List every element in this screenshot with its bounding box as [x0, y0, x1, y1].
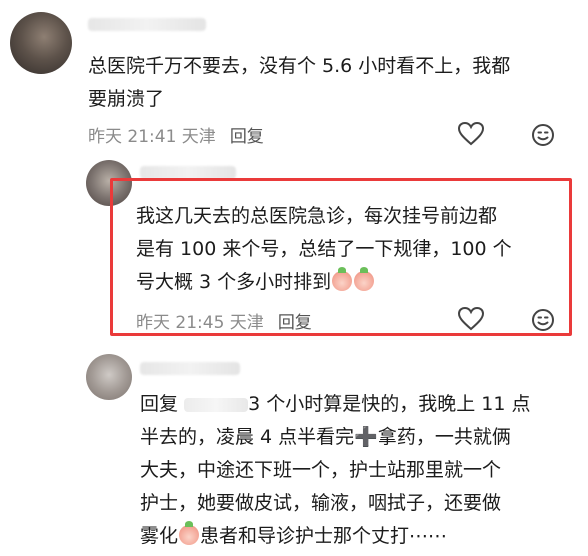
reply-text-segment: 雾化 [140, 525, 179, 547]
reply-button[interactable]: 回复 [230, 122, 264, 147]
reply-button[interactable]: 回复 [278, 308, 312, 333]
reply-text-line: 回复 3 个小时算是快的，我晚上 11 点 [140, 388, 580, 421]
commenter-name-redacted[interactable] [88, 18, 206, 31]
smiley-face-icon[interactable] [531, 308, 555, 332]
commenter-avatar[interactable] [10, 12, 72, 74]
reply-text-segment: 半去的，凌晨 4 点半看完 [140, 426, 355, 448]
reply-text-line: 半去的，凌晨 4 点半看完➕拿药，一共就俩 [140, 421, 580, 454]
reply-avatar[interactable] [86, 354, 132, 400]
reply-text: 我这几天去的总医院急诊，每次挂号前边都 是有 100 来个号，总结了一下规律，1… [136, 200, 566, 299]
smiley-face-icon[interactable] [531, 123, 555, 147]
reply-prefix: 回复 [140, 393, 179, 415]
reply-text-line: 我这几天去的总医院急诊，每次挂号前边都 [136, 205, 498, 227]
heart-outline-icon[interactable] [457, 306, 485, 332]
reply-text-line: 是有 100 来个号，总结了一下规律，100 个 [136, 238, 512, 260]
crying-face-icon [332, 267, 353, 291]
reply-text-segment: 患者和导诊护士那个丈打⋯⋯ [200, 525, 448, 547]
comment-text-line: 总医院千万不要去，没有个 5.6 小时看不上，我都 [88, 55, 511, 77]
comment-meta: 昨天 21:41 天津 回复 [88, 122, 264, 147]
crying-face-icon [354, 267, 375, 291]
reply-time-location: 昨天 21:45 天津 [136, 313, 264, 333]
comment-time-location: 昨天 21:41 天津 [88, 127, 216, 147]
reply-text-line: 雾化 患者和导诊护士那个丈打⋯⋯ [140, 520, 580, 553]
reply-meta: 昨天 21:45 天津 回复 [136, 308, 312, 333]
comment-text: 总医院千万不要去，没有个 5.6 小时看不上，我都 要崩溃了 [88, 50, 568, 116]
plus-icon: ➕ [354, 426, 378, 448]
reply-text-segment: 拿药，一共就俩 [377, 426, 511, 448]
reply-name-redacted[interactable] [140, 362, 240, 375]
reply-text-segment: 号大概 3 个多小时排到 [136, 271, 332, 293]
reply-text-line: 号大概 3 个多小时排到 [136, 266, 566, 299]
reply-text-segment: 3 个小时算是快的，我晚上 11 点 [248, 393, 531, 415]
reply-text-line: 大夫，中途还下班一个，护士站那里就一个 [140, 459, 502, 481]
heart-outline-icon[interactable] [457, 121, 485, 147]
crying-face-icon [179, 521, 200, 545]
comment-text-line: 要崩溃了 [88, 88, 165, 110]
mention-redacted[interactable] [184, 397, 249, 412]
reply-text: 回复 3 个小时算是快的，我晚上 11 点 半去的，凌晨 4 点半看完➕拿药，一… [140, 388, 580, 553]
reply-text-line: 护士，她要做皮试，输液，咽拭子，还要做 [140, 492, 502, 514]
